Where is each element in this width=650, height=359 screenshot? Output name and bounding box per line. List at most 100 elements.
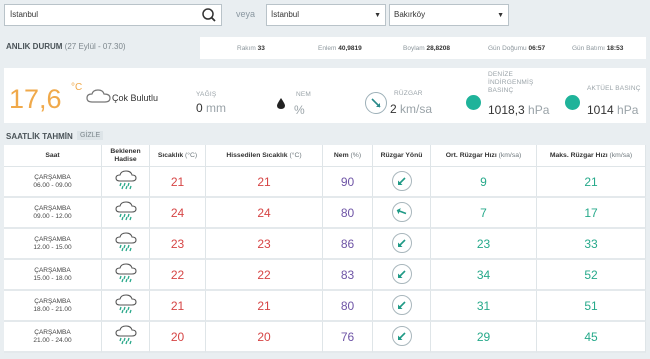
col-header-temp: Sıcaklık (°C) [150, 145, 206, 167]
time-cell: ÇARŞAMBA 21.00 - 24.00 [4, 322, 102, 353]
dropdown-arrow-icon: ▼ [497, 12, 504, 19]
event-cell [102, 260, 150, 291]
time-range: 18.00 - 21.00 [33, 305, 72, 313]
day-label: ÇARŞAMBA [34, 173, 71, 181]
col-header-avg-wind: Ort. Rüzgar Hızı (km/sa) [431, 145, 537, 167]
avg-wind-cell: 34 [431, 260, 537, 291]
humidity-cell: 83 [323, 260, 373, 291]
max-wind-cell: 33 [537, 229, 646, 260]
max-wind-cell: 17 [537, 198, 646, 229]
table-row: ÇARŞAMBA 12.00 - 15.00 23 23 86 23 33 [4, 229, 646, 260]
latitude-info: Enlem 40,9819 [318, 45, 362, 52]
time-cell: ÇARŞAMBA 09.00 - 12.00 [4, 198, 102, 229]
wind-label: RÜZGAR [394, 90, 423, 97]
rain-cloud-icon [114, 170, 137, 190]
max-wind-cell: 51 [537, 291, 646, 322]
event-cell [102, 322, 150, 353]
day-label: ÇARŞAMBA [34, 266, 71, 274]
sunrise-info: Gün Doğumu 06:57 [488, 45, 546, 52]
wind-dir-cell [373, 167, 431, 198]
wind-direction-icon [391, 201, 412, 222]
time-range: 21.00 - 24.00 [33, 336, 72, 344]
temp-cell: 22 [150, 260, 206, 291]
day-label: ÇARŞAMBA [34, 297, 71, 305]
time-range: 06.00 - 09.00 [33, 181, 72, 189]
feels-cell: 24 [206, 198, 323, 229]
current-status-heading: ANLIK DURUM [6, 42, 63, 51]
rain-value: 0 mm [196, 101, 227, 115]
temp-cell: 21 [150, 291, 206, 322]
rain-cloud-icon [114, 325, 137, 345]
col-header-max-wind: Maks. Rüzgar Hızı (km/sa) [537, 145, 646, 167]
humidity-label: NEM [296, 91, 312, 98]
rain-cloud-icon [114, 263, 137, 283]
feels-cell: 23 [206, 229, 323, 260]
avg-wind-cell: 23 [431, 229, 537, 260]
hide-button[interactable]: GİZLE [77, 131, 104, 140]
wind-dir-cell [373, 322, 431, 353]
search-input[interactable] [10, 10, 195, 19]
humidity-cell: 80 [323, 198, 373, 229]
max-wind-cell: 45 [537, 322, 646, 353]
wind-direction-icon [391, 170, 412, 191]
event-cell [102, 229, 150, 260]
time-cell: ÇARŞAMBA 18.00 - 21.00 [4, 291, 102, 322]
actual-pressure-icon [565, 95, 580, 110]
wind-direction-icon [391, 294, 412, 315]
table-row: ÇARŞAMBA 21.00 - 24.00 20 20 76 29 45 [4, 322, 646, 353]
current-status-date: (27 Eylül - 07.30) [64, 42, 126, 51]
dropdown-arrow-icon: ▼ [374, 12, 381, 19]
max-wind-cell: 52 [537, 260, 646, 291]
rain-cloud-icon [114, 294, 137, 314]
sea-pressure-value: 1018,3 hPa [488, 103, 550, 117]
actual-pressure-value: 1014 hPa [587, 103, 639, 117]
province-select[interactable]: İstanbul ▼ [266, 4, 386, 26]
event-cell [102, 167, 150, 198]
feels-cell: 21 [206, 167, 323, 198]
feels-cell: 22 [206, 260, 323, 291]
time-cell: ÇARŞAMBA 06.00 - 09.00 [4, 167, 102, 198]
humidity-cell: 76 [323, 322, 373, 353]
avg-wind-cell: 9 [431, 167, 537, 198]
event-cell [102, 198, 150, 229]
avg-wind-cell: 31 [431, 291, 537, 322]
wind-dir-cell [373, 291, 431, 322]
temperature-unit: °C [71, 82, 83, 93]
temp-cell: 24 [150, 198, 206, 229]
day-label: ÇARŞAMBA [34, 204, 71, 212]
district-select-value: Bakırköy [394, 10, 426, 19]
wind-dir-cell [373, 229, 431, 260]
actual-pressure-label: AKTÜEL BASINÇ [587, 85, 641, 92]
humidity-cell: 90 [323, 167, 373, 198]
current-weather-panel: 17,6 °C Çok Bulutlu YAĞIŞ 0 mm NEM % RÜZ… [4, 68, 646, 123]
wind-direction-icon [391, 232, 412, 253]
province-select-value: İstanbul [271, 10, 300, 19]
time-range: 12.00 - 15.00 [33, 243, 72, 251]
event-cell [102, 291, 150, 322]
humidity-cell: 86 [323, 229, 373, 260]
col-header-feels: Hissedilen Sıcaklık (°C) [206, 145, 323, 167]
table-row: ÇARŞAMBA 15.00 - 18.00 22 22 83 34 52 [4, 260, 646, 291]
search-icon[interactable] [199, 6, 219, 24]
wind-dir-cell [373, 260, 431, 291]
district-select[interactable]: Bakırköy ▼ [389, 4, 509, 26]
col-header-wind-dir: Rüzgar Yönü [373, 145, 431, 167]
altitude-info: Rakım 33 [237, 45, 265, 52]
col-header-time: Saat [4, 145, 102, 167]
col-header-humidity: Nem (%) [323, 145, 373, 167]
sea-pressure-label: DENİZE İNDİRGENMİŞ BASINÇ [488, 71, 534, 94]
rain-cloud-icon [114, 201, 137, 221]
avg-wind-cell: 29 [431, 322, 537, 353]
wind-direction-icon [391, 263, 412, 284]
search-box[interactable] [4, 4, 222, 26]
feels-cell: 21 [206, 291, 323, 322]
time-cell: ÇARŞAMBA 12.00 - 15.00 [4, 229, 102, 260]
col-header-event: Beklenen Hadise [102, 145, 150, 167]
wind-value: 2 km/sa [390, 102, 433, 116]
condition-text: Çok Bulutlu [112, 93, 159, 103]
cloud-icon [86, 88, 112, 104]
search-row: veya İstanbul ▼ Bakırköy ▼ [4, 4, 650, 28]
hourly-forecast-table: Saat Beklenen Hadise Sıcaklık (°C) Hisse… [4, 145, 646, 353]
table-row: ÇARŞAMBA 09.00 - 12.00 24 24 80 7 17 [4, 198, 646, 229]
temp-cell: 21 [150, 167, 206, 198]
